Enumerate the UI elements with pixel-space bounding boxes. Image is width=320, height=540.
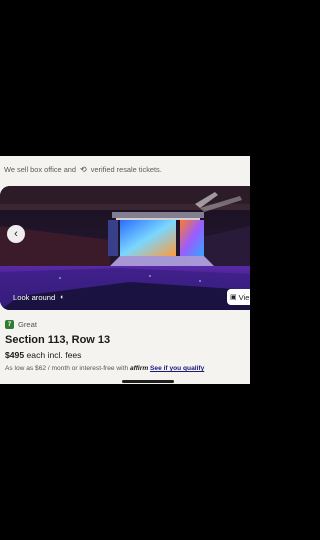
chevron-left-icon: ‹ [14, 227, 18, 240]
image-icon: ▣ [230, 294, 237, 301]
section-row-title: Section 113, Row 13 [5, 334, 111, 346]
deal-label: Great [18, 320, 37, 329]
deal-score-badge: 7 [5, 320, 14, 329]
price-line: $495 each incl. fees [5, 350, 81, 360]
deal-rating: 7 Great [5, 320, 37, 329]
view-button-label: Vie [238, 292, 250, 302]
arena-stage-illustration [0, 186, 250, 310]
view-photo-button[interactable]: ▣ Vie [227, 289, 250, 305]
360-icon: ◐ [60, 294, 65, 301]
venue-view-image[interactable]: ‹ [0, 186, 250, 310]
banner-text-end: verified resale tickets. [90, 164, 162, 174]
banner-text-start: We sell box office and [4, 164, 77, 174]
affirm-logo: affirm [129, 365, 149, 372]
financing-line: As low as $62 / month or interest-free w… [5, 365, 204, 372]
financing-text: As low as $62 / month or interest-free w… [5, 365, 129, 372]
ticket-listing-screen: We sell box office and ⟲ verified resale… [0, 156, 250, 384]
box-office-banner: We sell box office and ⟲ verified resale… [0, 156, 250, 182]
refresh-icon: ⟲ [80, 164, 87, 174]
ticket-price: $495 [5, 350, 25, 360]
look-around-label: Look around [13, 293, 56, 302]
back-button[interactable]: ‹ [7, 225, 25, 243]
home-indicator[interactable] [122, 380, 174, 383]
qualify-link[interactable]: See if you qualify [150, 365, 204, 372]
price-suffix: each incl. fees [26, 350, 82, 360]
look-around-button[interactable]: Look around ◐ [13, 293, 64, 302]
